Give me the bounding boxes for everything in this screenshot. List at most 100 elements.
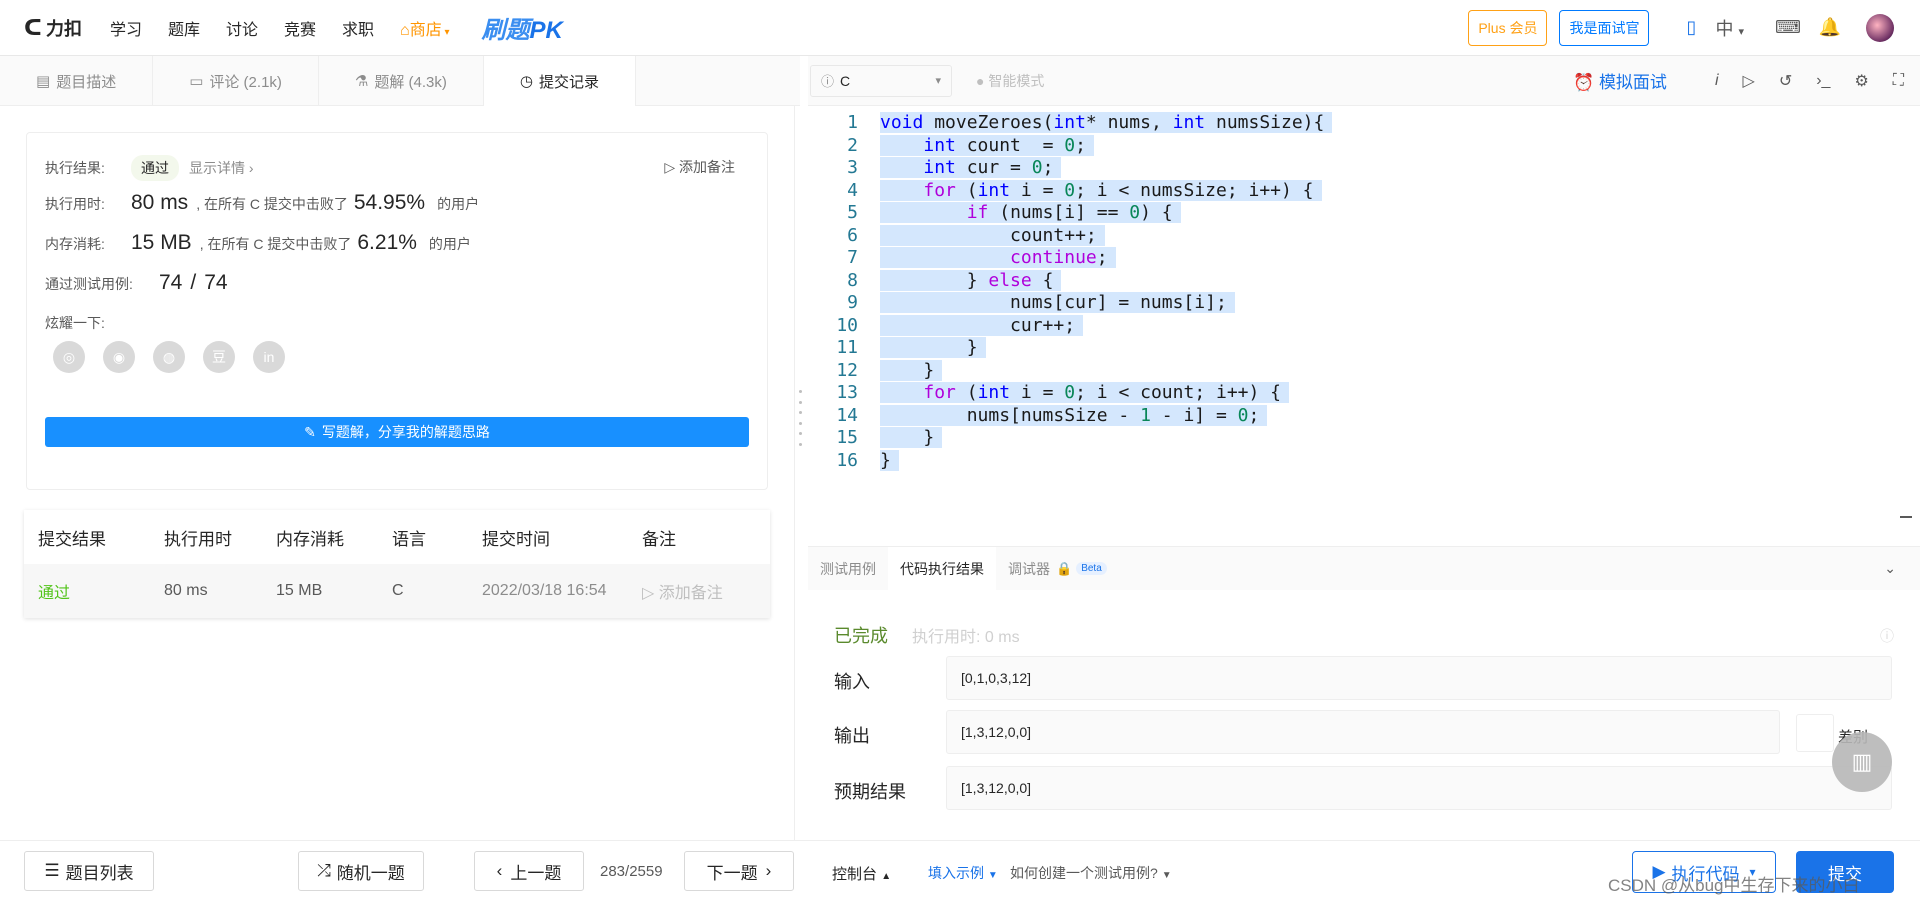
tab-comments[interactable]: ▭ 评论 (2.1k)	[153, 56, 319, 106]
runtime-value: 80 ms	[131, 191, 189, 214]
flag-icon: ▷	[642, 585, 659, 602]
nav-item-contest[interactable]: 竞赛	[284, 16, 316, 40]
code-text[interactable]: continue;	[880, 247, 1116, 269]
notification-bell-icon[interactable]: 🔔	[1816, 14, 1844, 42]
line-number: 5	[847, 202, 858, 224]
code-text[interactable]: for (int i = 0; i < count; i++) {	[880, 382, 1290, 404]
tab-debugger[interactable]: 调试器 🔒 Beta	[996, 547, 1119, 591]
linkedin-icon[interactable]: in	[253, 341, 285, 373]
fullscreen-icon[interactable]: ⛶	[1893, 72, 1904, 90]
tab-run-result[interactable]: 代码执行结果	[888, 546, 996, 591]
fill-example-label: 填入示例	[928, 865, 984, 881]
add-note-button[interactable]: ▷ 添加备注	[664, 157, 735, 177]
settings-icon[interactable]: ⚙	[1854, 71, 1868, 91]
random-problem-label: 随机一题	[336, 863, 405, 883]
random-problem-button[interactable]: ⤮ 随机一题	[298, 851, 424, 891]
code-text[interactable]: }	[880, 427, 943, 449]
terminal-icon[interactable]: ›_	[1816, 72, 1830, 90]
playground-icon[interactable]: ⌨	[1774, 14, 1802, 42]
code-text[interactable]: for (int i = 0; i < numsSize; i++) {	[880, 179, 1322, 201]
nav-item-jobs[interactable]: 求职	[342, 16, 374, 40]
how-create-testcase-link[interactable]: 如何创建一个测试用例? ▼	[1010, 863, 1172, 883]
tab-testcase[interactable]: 测试用例	[808, 547, 888, 591]
code-text[interactable]: nums[cur] = nums[i];	[880, 292, 1235, 314]
row-add-note[interactable]: ▷ 添加备注	[642, 579, 723, 603]
help-icon[interactable]: ⓘ	[1880, 626, 1894, 646]
douban-icon[interactable]: 豆	[203, 341, 235, 373]
line-number: 8	[847, 269, 858, 291]
reset-icon[interactable]: ↺	[1779, 71, 1792, 91]
info-italic-icon[interactable]: i	[1715, 72, 1719, 90]
fill-example-link[interactable]: 填入示例 ▼	[928, 863, 998, 883]
input-label: 输入	[834, 672, 870, 692]
wechat-icon[interactable]: ◎	[53, 341, 85, 373]
editor-toolbar: ⓘ C ▾ ● 智能模式 ⏰ 模拟面试 i ▷ ↺ ›_ ⚙ ⛶	[808, 56, 1920, 106]
nav-item-discuss[interactable]: 讨论	[226, 16, 258, 40]
watermark: CSDN @从bug中生存下来的小白	[1608, 876, 1860, 895]
code-text[interactable]: } else {	[880, 269, 1062, 291]
row-result[interactable]: 通过	[38, 579, 70, 603]
code-text[interactable]: cur++;	[880, 314, 1084, 336]
notebook-float-button[interactable]: ▥	[1832, 732, 1892, 792]
flag-icon[interactable]: ▷	[1743, 71, 1755, 91]
tab-submissions[interactable]: ◷ 提交记录	[483, 56, 636, 106]
line-number: 4	[847, 179, 858, 201]
diff-checkbox[interactable]	[1796, 714, 1834, 752]
testcases-separator: /	[190, 271, 197, 294]
code-text[interactable]: nums[numsSize - 1 - i] = 0;	[880, 404, 1268, 426]
input-value: [0,1,0,3,12]	[946, 656, 1892, 700]
line-number: 14	[836, 404, 858, 426]
code-text[interactable]: int count = 0;	[880, 134, 1094, 156]
language-label: 中	[1715, 18, 1734, 39]
nav-item-shop[interactable]: ⌂商店 ▾	[400, 16, 450, 40]
leetcode-logo[interactable]: ᑕ 力扣	[24, 15, 82, 41]
code-line[interactable]: 16}	[808, 447, 899, 475]
language-selector[interactable]: 中 ▾	[1715, 15, 1744, 41]
shop-icon: ⌂	[400, 21, 410, 39]
editor-tools: ⏰ 模拟面试 i ▷ ↺ ›_ ⚙ ⛶	[1573, 68, 1904, 93]
write-solution-button[interactable]: ✎ 写题解，分享我的解题思路	[45, 417, 749, 447]
resize-handle[interactable]	[799, 390, 803, 446]
row-runtime: 80 ms	[164, 582, 208, 599]
top-navigation: ᑕ 力扣 学习 题库 讨论 竞赛 求职 ⌂商店 ▾ 刷题PK Plus 会员 我…	[0, 0, 1920, 56]
code-text[interactable]: count++;	[880, 224, 1105, 246]
line-number: 13	[836, 382, 858, 404]
line-number: 12	[836, 359, 858, 381]
chevron-down-icon[interactable]: ⌄	[1884, 560, 1896, 577]
mobile-icon[interactable]: ▯	[1677, 14, 1705, 42]
row-language: C	[392, 582, 404, 599]
tab-description[interactable]: ▤ 题目描述	[0, 56, 154, 106]
next-problem-button[interactable]: 下一题 ›	[684, 851, 794, 891]
nav-item-problems[interactable]: 题库	[168, 16, 200, 40]
qq-icon[interactable]: ◍	[153, 341, 185, 373]
code-text[interactable]: int cur = 0;	[880, 157, 1062, 179]
tab-submissions-label: 提交记录	[538, 73, 599, 91]
scrollbar-marker[interactable]	[1900, 516, 1912, 518]
smart-mode-toggle[interactable]: ● 智能模式	[976, 71, 1044, 91]
language-select[interactable]: ⓘ C ▾	[810, 64, 952, 97]
chevron-right-icon: ›	[248, 160, 254, 176]
interviewer-button[interactable]: 我是面试官	[1559, 9, 1650, 46]
tab-solutions[interactable]: ⚗ 题解 (4.3k)	[319, 56, 484, 106]
pk-promo-logo[interactable]: 刷题PK	[482, 10, 563, 45]
prev-problem-button[interactable]: ‹ 上一题	[474, 851, 584, 891]
plus-member-button[interactable]: Plus 会员	[1468, 9, 1548, 46]
code-text[interactable]: }	[880, 337, 986, 359]
runtime-row: 执行用时: 80 ms , 在所有 C 提交中击败了 54.95% 的用户	[45, 191, 479, 215]
console-toggle[interactable]: 控制台 ▲	[832, 863, 891, 884]
show-detail-link[interactable]: 显示详情 ›	[189, 158, 254, 178]
code-editor[interactable]: 1 void moveZeroes(int* nums, int numsSize…	[808, 106, 1912, 546]
nav-item-study[interactable]: 学习	[110, 16, 142, 40]
row-add-note-label: 添加备注	[658, 585, 723, 602]
code-text[interactable]: void moveZeroes(int* nums, int numsSize)…	[880, 112, 1333, 134]
mock-interview-button[interactable]: ⏰ 模拟面试	[1573, 68, 1667, 93]
problem-list-button[interactable]: ☰ 题目列表	[24, 851, 154, 891]
weibo-icon[interactable]: ◉	[103, 341, 135, 373]
flask-icon: ⚗	[354, 73, 369, 90]
avatar[interactable]	[1866, 13, 1894, 42]
code-text[interactable]: }	[880, 359, 943, 381]
table-row[interactable]: 通过 80 ms 15 MB C 2022/03/18 16:54 ▷ 添加备注	[24, 564, 770, 618]
code-text[interactable]: if (nums[i] == 0) {	[880, 202, 1181, 224]
main-nav: 学习 题库 讨论 竞赛 求职 ⌂商店 ▾	[110, 16, 476, 40]
code-text[interactable]: }	[880, 449, 899, 471]
